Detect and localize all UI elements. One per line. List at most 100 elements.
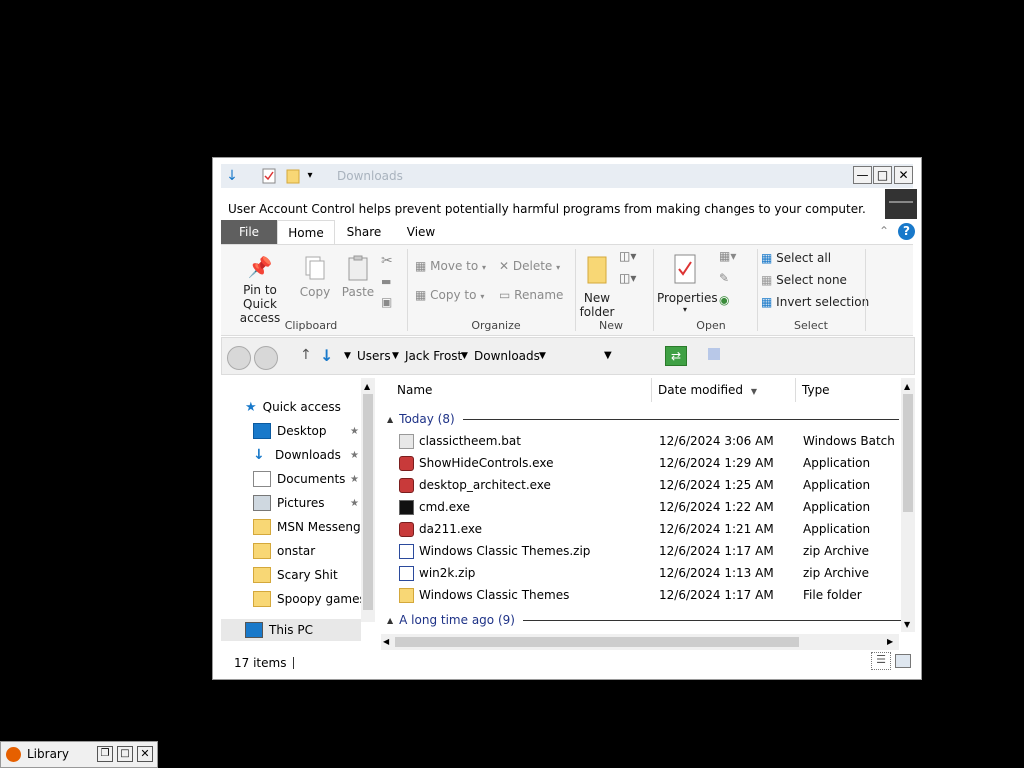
rename-button[interactable]: ▭ Rename xyxy=(499,288,563,302)
column-header-name[interactable]: Name xyxy=(391,378,652,402)
breadcrumb-users[interactable]: Users xyxy=(357,349,391,363)
maximize-button[interactable]: □ xyxy=(873,166,892,184)
edit-icon[interactable]: ✎ xyxy=(719,271,729,285)
cut-icon[interactable]: ✂ xyxy=(381,253,393,269)
back-button[interactable] xyxy=(227,346,251,370)
file-date-modified: 12/6/2024 1:25 AM xyxy=(659,478,774,492)
pin-icon: 📌 xyxy=(247,255,273,279)
new-folder-qat-icon[interactable] xyxy=(285,167,301,184)
firefox-icon xyxy=(6,747,21,762)
easy-access-icon[interactable]: ◫▾ xyxy=(619,271,636,285)
nav-msn-messenger[interactable]: MSN Messenger xyxy=(253,516,373,538)
nav-pictures-label: Pictures xyxy=(277,496,325,510)
customize-qat-chevron-icon[interactable]: ▾ xyxy=(303,167,317,184)
file-name: desktop_architect.exe xyxy=(419,478,551,492)
nav-desktop[interactable]: Desktop ★ xyxy=(253,420,359,442)
select-all-button[interactable]: ▦ Select all xyxy=(761,251,831,265)
scroll-left-icon[interactable]: ◀ xyxy=(383,637,389,646)
pin-to-quick-access-button[interactable]: 📌 Pin to Quick access xyxy=(227,255,293,325)
new-item-icon[interactable]: ◫▾ xyxy=(619,249,636,263)
nav-pictures[interactable]: Pictures ★ xyxy=(253,492,359,514)
properties-button[interactable]: Properties ▾ xyxy=(657,253,718,314)
minimize-button[interactable]: — xyxy=(853,166,872,184)
refresh-icon[interactable]: ⇄ xyxy=(665,346,687,366)
maximize-button[interactable]: □ xyxy=(117,746,133,762)
group-header-today[interactable]: ▲ Today (8) xyxy=(387,408,899,430)
taskbar-library-window[interactable]: Library ❐ □ ✕ xyxy=(0,741,158,768)
column-header-date-modified[interactable]: Date modified ▼ xyxy=(652,378,796,402)
file-hscrollbar[interactable]: ◀ ▶ xyxy=(381,634,899,650)
pin-icon: ★ xyxy=(350,473,359,485)
nav-documents[interactable]: Documents ★ xyxy=(253,468,359,490)
close-button[interactable]: ✕ xyxy=(894,166,913,184)
delete-button[interactable]: ✕ Delete ▾ xyxy=(499,259,560,273)
scroll-right-icon[interactable]: ▶ xyxy=(887,637,893,646)
file-scrollbar[interactable]: ▲ ▼ xyxy=(901,378,915,632)
collapse-ribbon-chevron-icon[interactable]: ⌃ xyxy=(879,224,889,238)
status-item-count: 17 items xyxy=(234,656,287,670)
tab-view[interactable]: View xyxy=(399,220,443,244)
restore-button[interactable]: ❐ xyxy=(97,746,113,762)
search-box-icon[interactable] xyxy=(708,348,720,360)
group-header-long-ago[interactable]: ▲ A long time ago (9) xyxy=(387,609,903,631)
ribbon-separator xyxy=(653,249,654,331)
nav-scrollbar-thumb[interactable] xyxy=(363,394,373,610)
breadcrumb-chevron-icon[interactable]: ▼ xyxy=(539,351,546,361)
copy-button[interactable]: Copy xyxy=(299,255,331,299)
nav-onstar[interactable]: onstar xyxy=(253,540,315,562)
file-scrollbar-thumb[interactable] xyxy=(903,394,913,512)
table-row[interactable]: Windows Classic Themes.zip 12/6/2024 1:17… xyxy=(381,540,901,562)
scroll-up-icon[interactable]: ▲ xyxy=(904,382,910,391)
nav-documents-label: Documents xyxy=(277,472,346,486)
breadcrumb-chevron-icon[interactable]: ▼ xyxy=(461,351,468,361)
forward-button[interactable] xyxy=(254,346,278,370)
paste-shortcut-icon[interactable]: ▣ xyxy=(381,295,392,309)
documents-icon xyxy=(253,471,271,487)
file-type: zip Archive xyxy=(803,566,869,580)
download-arrow-icon[interactable]: ↓ xyxy=(223,167,241,184)
tab-file[interactable]: File xyxy=(221,220,277,244)
close-button[interactable]: ✕ xyxy=(137,746,153,762)
new-folder-label-2: folder xyxy=(579,305,615,319)
downloads-location-icon: ↓ xyxy=(320,346,334,365)
move-to-button[interactable]: ▦ Move to ▾ xyxy=(415,259,486,273)
copy-path-icon[interactable]: ▬ xyxy=(381,275,391,288)
help-icon[interactable]: ? xyxy=(898,223,915,240)
open-icon[interactable]: ▦▾ xyxy=(719,249,736,263)
file-type: Application xyxy=(803,456,871,470)
column-header-type[interactable]: Type xyxy=(796,378,901,402)
downloads-icon: ↓ xyxy=(253,447,265,463)
breadcrumb-chevron-icon[interactable]: ▼ xyxy=(344,351,351,361)
nav-downloads[interactable]: ↓ Downloads ★ xyxy=(253,444,359,466)
table-row[interactable]: da211.exe 12/6/2024 1:21 AM Application xyxy=(381,518,901,540)
properties-qat-icon[interactable] xyxy=(261,167,277,184)
table-row[interactable]: Windows Classic Themes 12/6/2024 1:17 AM F… xyxy=(381,584,901,606)
paste-button[interactable]: Paste xyxy=(339,255,377,299)
scroll-up-icon[interactable]: ▲ xyxy=(364,382,370,391)
table-row[interactable]: win2k.zip 12/6/2024 1:13 AM zip Archive xyxy=(381,562,901,584)
select-none-button[interactable]: ▦ Select none xyxy=(761,273,847,287)
nav-scrollbar[interactable]: ▲ xyxy=(361,378,375,622)
history-icon[interactable]: ◉ xyxy=(719,293,729,307)
table-row[interactable]: classictheem.bat 12/6/2024 3:06 AM Windows… xyxy=(381,430,901,452)
file-name: Windows Classic Themes xyxy=(419,588,570,602)
nav-this-pc[interactable]: This PC xyxy=(221,619,361,641)
address-history-dropdown-icon[interactable]: ▼ xyxy=(604,350,612,361)
breadcrumb-chevron-icon[interactable]: ▼ xyxy=(392,351,399,361)
scroll-down-icon[interactable]: ▼ xyxy=(904,620,910,629)
tab-home[interactable]: Home xyxy=(277,220,335,244)
nav-scary-shit[interactable]: Scary Shit xyxy=(253,564,338,586)
large-icons-view-icon[interactable] xyxy=(895,654,911,668)
breadcrumb-jack-frost[interactable]: Jack Frost xyxy=(405,349,462,363)
copy-to-button[interactable]: ▦ Copy to ▾ xyxy=(415,288,484,302)
tab-share[interactable]: Share xyxy=(339,220,389,244)
file-hscrollbar-thumb[interactable] xyxy=(395,637,799,647)
table-row[interactable]: ShowHideControls.exe 12/6/2024 1:29 AM App… xyxy=(381,452,901,474)
nav-quick-access[interactable]: ★ Quick access xyxy=(245,396,341,418)
invert-selection-button[interactable]: ▦ Invert selection xyxy=(761,295,869,309)
new-folder-button[interactable]: New folder xyxy=(579,253,615,319)
details-view-icon[interactable]: ☰ xyxy=(871,652,891,670)
breadcrumb-downloads[interactable]: Downloads xyxy=(474,349,540,363)
up-arrow-icon[interactable]: ↑ xyxy=(300,347,312,363)
nav-spoopy-games[interactable]: Spoopy games xyxy=(253,588,366,610)
